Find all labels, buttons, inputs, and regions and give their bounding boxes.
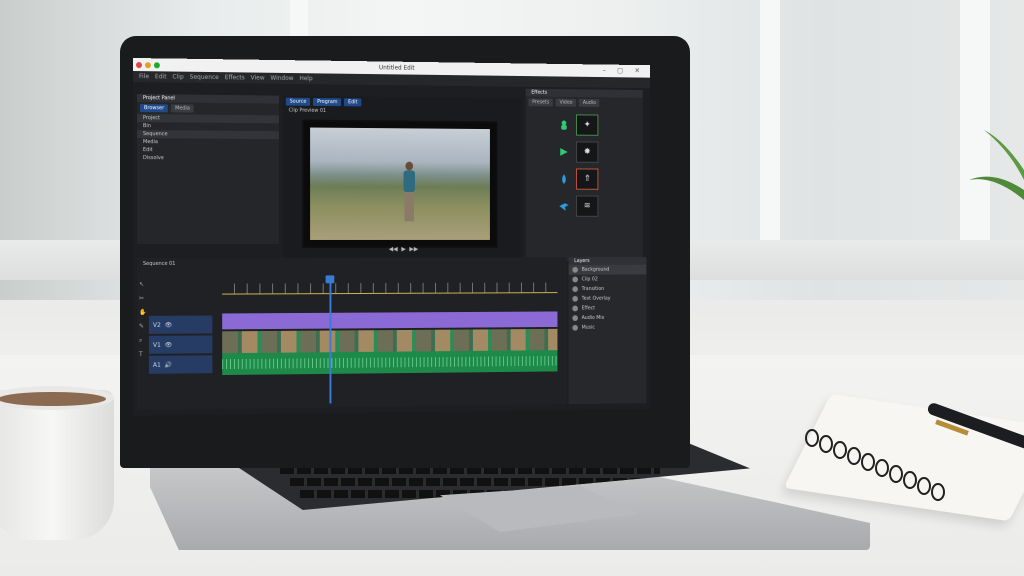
track-header[interactable]: A1 🔊 <box>148 355 213 374</box>
tab-video[interactable]: Video <box>555 98 577 107</box>
list-item[interactable]: Dissolve <box>137 154 279 163</box>
video-preview[interactable] <box>302 119 498 248</box>
layer-row[interactable]: Transition <box>569 284 647 294</box>
video-frame-image <box>310 127 490 240</box>
window-controls[interactable]: – ▢ ✕ <box>603 66 645 74</box>
layers-panel: Layers Background Clip 02 Transition Tex… <box>568 257 647 405</box>
layers-panel-header: Layers <box>568 257 647 266</box>
effect-item[interactable]: ≋ <box>559 195 642 217</box>
select-tool-icon[interactable]: ↖ <box>139 278 147 292</box>
person-figure <box>403 161 416 227</box>
layer-row[interactable]: Text Overlay <box>569 294 647 304</box>
person-icon <box>561 120 567 130</box>
track-header[interactable]: V2 👁 <box>148 315 213 334</box>
bird-icon <box>559 203 569 211</box>
window-mullion <box>760 0 780 250</box>
sequence-label: Sequence 01 <box>142 260 176 267</box>
effect-thumb[interactable]: ⇑ <box>576 168 599 190</box>
plant <box>969 130 1024 200</box>
menu-window[interactable]: Window <box>270 75 293 82</box>
menu-file[interactable]: File <box>139 73 149 80</box>
layer-row[interactable]: Background <box>568 264 647 275</box>
tab-edit[interactable]: Edit <box>344 98 362 107</box>
menu-help[interactable]: Help <box>299 75 312 82</box>
effect-item[interactable]: ✦ <box>559 114 642 136</box>
effects-panel: Effects Presets Video Audio ✦ ✸ ⇑ ≋ <box>525 88 643 262</box>
forward-icon[interactable]: ▶▶ <box>409 246 418 253</box>
menu-sequence[interactable]: Sequence <box>190 74 219 81</box>
tab-media[interactable]: Media <box>171 104 194 113</box>
editor-window: Untitled Edit – ▢ ✕ File Edit Clip Seque… <box>133 58 651 416</box>
pen-tool-icon[interactable]: ✎ <box>139 320 147 334</box>
project-panel: Project Panel Browser Media Project Bin … <box>136 94 279 244</box>
timeline-clip-overlay[interactable] <box>222 311 558 330</box>
track-header[interactable]: V1 👁 <box>148 335 213 354</box>
zoom-tool-icon[interactable]: ⌕ <box>139 334 147 348</box>
timeline-ruler[interactable] <box>222 282 558 295</box>
rewind-icon[interactable]: ◀◀ <box>389 246 398 253</box>
menu-view[interactable]: View <box>251 74 265 81</box>
preview-subtitle: Clip Preview 01 <box>288 107 327 114</box>
timeline-clip-video[interactable] <box>222 328 558 354</box>
layer-row[interactable]: Audio Mix <box>569 313 647 323</box>
menu-clip[interactable]: Clip <box>172 74 183 81</box>
layer-row[interactable]: Clip 02 <box>569 274 647 284</box>
notebook-spiral <box>805 429 945 501</box>
layer-row[interactable]: Music <box>569 322 647 332</box>
effect-thumb[interactable]: ✸ <box>576 141 599 163</box>
hand-tool-icon[interactable]: ✋ <box>139 306 147 320</box>
preview-panel: Source Program Edit Clip Preview 01 ◀◀ ▶… <box>282 95 522 262</box>
coffee-mug <box>0 386 114 540</box>
tab-program[interactable]: Program <box>313 97 342 107</box>
tab-source[interactable]: Source <box>285 97 311 106</box>
effect-item[interactable]: ✸ <box>559 141 642 163</box>
timeline-clip-audio[interactable] <box>222 350 558 376</box>
play-icon[interactable]: ▶ <box>401 246 405 253</box>
playhead[interactable] <box>329 277 332 404</box>
effect-thumb[interactable]: ≋ <box>576 195 599 217</box>
text-tool-icon[interactable]: T <box>139 348 147 362</box>
menu-edit[interactable]: Edit <box>155 73 167 80</box>
effect-thumb[interactable]: ✦ <box>576 114 599 136</box>
tool-column: ↖ ✂ ✋ ✎ ⌕ T <box>139 278 147 362</box>
timeline-panel: Sequence 01 ↖ ✂ ✋ ✎ ⌕ T V2 👁 V1 👁 A1 🔊 <box>136 257 567 410</box>
menu-effects[interactable]: Effects <box>225 74 245 81</box>
razor-tool-icon[interactable]: ✂ <box>139 292 147 306</box>
play-icon <box>560 148 568 156</box>
drop-icon <box>562 174 566 184</box>
tab-presets[interactable]: Presets <box>528 98 553 107</box>
tab-browser[interactable]: Browser <box>139 104 169 113</box>
effect-item[interactable]: ⇑ <box>559 168 642 190</box>
layer-row[interactable]: Effect <box>569 303 647 313</box>
tab-audio[interactable]: Audio <box>579 98 600 107</box>
